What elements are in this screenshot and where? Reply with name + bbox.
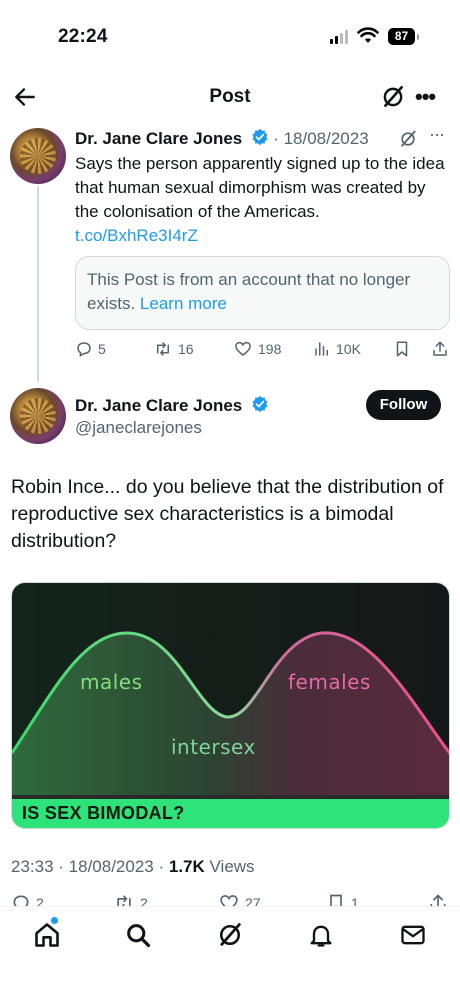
grok-icon[interactable] xyxy=(216,921,244,949)
bottom-tab-bar xyxy=(0,906,460,1000)
follow-button[interactable]: Follow xyxy=(366,390,441,420)
battery-level: 87 xyxy=(394,29,409,43)
verified-badge-icon xyxy=(252,395,268,413)
post-link[interactable]: t.co/BxhRe3I4rZ xyxy=(75,226,198,245)
verified-badge-icon xyxy=(252,128,268,146)
views-label: Views xyxy=(209,857,255,876)
views-count: 1.7K xyxy=(168,857,205,876)
separator-dot: · xyxy=(273,129,284,148)
post-time: 23:33 xyxy=(11,857,54,876)
repost-icon xyxy=(157,342,169,356)
avatar[interactable] xyxy=(10,388,66,444)
author-name[interactable]: Dr. Jane Clare Jones xyxy=(75,129,242,148)
search-icon[interactable] xyxy=(124,921,152,949)
like-count: 198 xyxy=(258,341,282,357)
views-count: 10K xyxy=(336,341,361,357)
post-text: Says the person apparently signed up to … xyxy=(75,152,445,248)
thread-connector xyxy=(37,186,39,382)
more-options-icon[interactable]: ••• xyxy=(415,84,436,110)
status-bar: 22:24 87 xyxy=(0,0,460,70)
notifications-icon[interactable] xyxy=(307,921,335,949)
more-options-icon[interactable]: ··· xyxy=(429,124,445,145)
views-button[interactable]: 10K xyxy=(313,340,361,358)
repost-count: 16 xyxy=(178,341,194,357)
post-actions: 5 16 198 10K xyxy=(75,340,450,362)
bookmark-button[interactable] xyxy=(393,340,411,358)
image-banner: IS SEX BIMODAL? xyxy=(12,795,449,828)
avatar[interactable] xyxy=(10,128,66,184)
grok-icon[interactable] xyxy=(380,84,406,110)
home-icon[interactable] xyxy=(33,921,61,949)
post-body: Robin Ince... do you believe that the di… xyxy=(11,476,444,552)
unavailable-post-notice: This Post is from an account that no lon… xyxy=(75,256,450,330)
separator-dot: · xyxy=(153,857,169,876)
repost-button[interactable]: 16 xyxy=(153,340,194,358)
author-handle[interactable]: @janeclarejones xyxy=(75,418,202,438)
notice-text: This Post is from an account that no lon… xyxy=(87,270,411,313)
post-date: 18/08/2023 xyxy=(283,129,369,148)
heart-icon xyxy=(235,341,251,356)
post-header: Dr. Jane Clare Jones xyxy=(75,395,269,416)
reply-button[interactable]: 5 xyxy=(75,340,106,358)
battery-icon: 87 xyxy=(388,28,419,45)
post-header: Dr. Jane Clare Jones · 18/08/2023 ··· xyxy=(75,124,450,149)
notification-dot xyxy=(51,917,58,924)
share-button[interactable] xyxy=(431,340,449,358)
grok-icon[interactable] xyxy=(398,129,418,149)
post-timestamp: 23:33 · 18/08/2023 · 1.7K Views xyxy=(11,857,255,877)
bookmark-icon xyxy=(396,341,408,357)
views-icon xyxy=(315,342,328,356)
label-males: males xyxy=(80,670,143,694)
label-females: females xyxy=(288,670,371,694)
signal-icon xyxy=(330,30,348,44)
separator-dot: · xyxy=(53,857,69,876)
post-body: Says the person apparently signed up to … xyxy=(75,154,445,221)
author-name[interactable]: Dr. Jane Clare Jones xyxy=(75,396,242,415)
reply-icon xyxy=(77,342,91,357)
bimodal-graphic xyxy=(12,583,449,795)
label-intersex: intersex xyxy=(171,735,256,759)
reply-count: 5 xyxy=(98,341,106,357)
like-button[interactable]: 198 xyxy=(233,340,281,358)
banner-text: IS SEX BIMODAL? xyxy=(22,803,185,823)
status-time: 22:24 xyxy=(58,26,108,47)
learn-more-link[interactable]: Learn more xyxy=(140,294,227,313)
post-image[interactable]: males females intersex IS SEX BIMODAL? xyxy=(11,582,450,829)
top-nav: Post ••• xyxy=(0,76,460,118)
share-icon xyxy=(433,341,447,356)
post-date: 18/08/2023 xyxy=(68,857,154,876)
messages-icon[interactable] xyxy=(399,921,427,949)
wifi-icon xyxy=(357,27,379,43)
